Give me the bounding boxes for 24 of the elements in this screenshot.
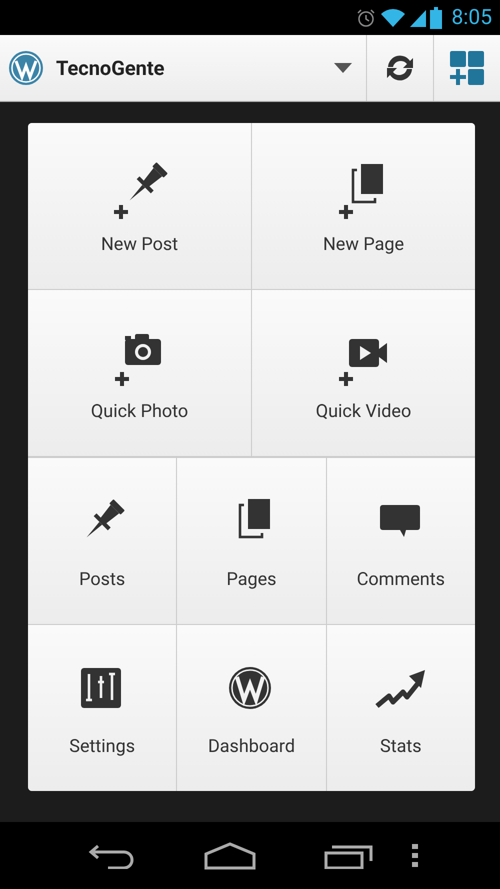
menu-tile[interactable]: New Post: [28, 123, 251, 289]
recent-apps-icon[interactable]: [324, 842, 374, 868]
logo-icon: [8, 50, 44, 86]
menu-tile[interactable]: Dashboard: [177, 625, 326, 791]
menu-tile[interactable]: New Page: [252, 123, 475, 289]
pushpin-plus-icon: [112, 160, 168, 220]
menu-tile[interactable]: Stats: [326, 625, 475, 791]
back-icon[interactable]: [88, 842, 136, 868]
wifi-icon: [380, 8, 406, 28]
overflow-menu-icon[interactable]: [412, 844, 418, 868]
menu-tile[interactable]: Quick Photo: [28, 290, 251, 456]
menu-tile[interactable]: Comments: [326, 458, 475, 624]
dropdown-icon: [334, 63, 352, 73]
signal-icon: [410, 8, 426, 28]
menu-tile[interactable]: Quick Video: [252, 290, 475, 456]
home-icon[interactable]: [204, 842, 256, 870]
site-name: TecnoGente: [56, 56, 166, 80]
clock-time: 8:05: [452, 6, 492, 30]
add-widget-icon: [450, 51, 484, 85]
menu-tile[interactable]: Posts: [28, 458, 176, 624]
menu-tile[interactable]: Pages: [177, 458, 326, 624]
battery-icon: [430, 6, 442, 28]
menu-tile[interactable]: Settings: [28, 625, 176, 791]
alarm-icon: [356, 8, 376, 28]
